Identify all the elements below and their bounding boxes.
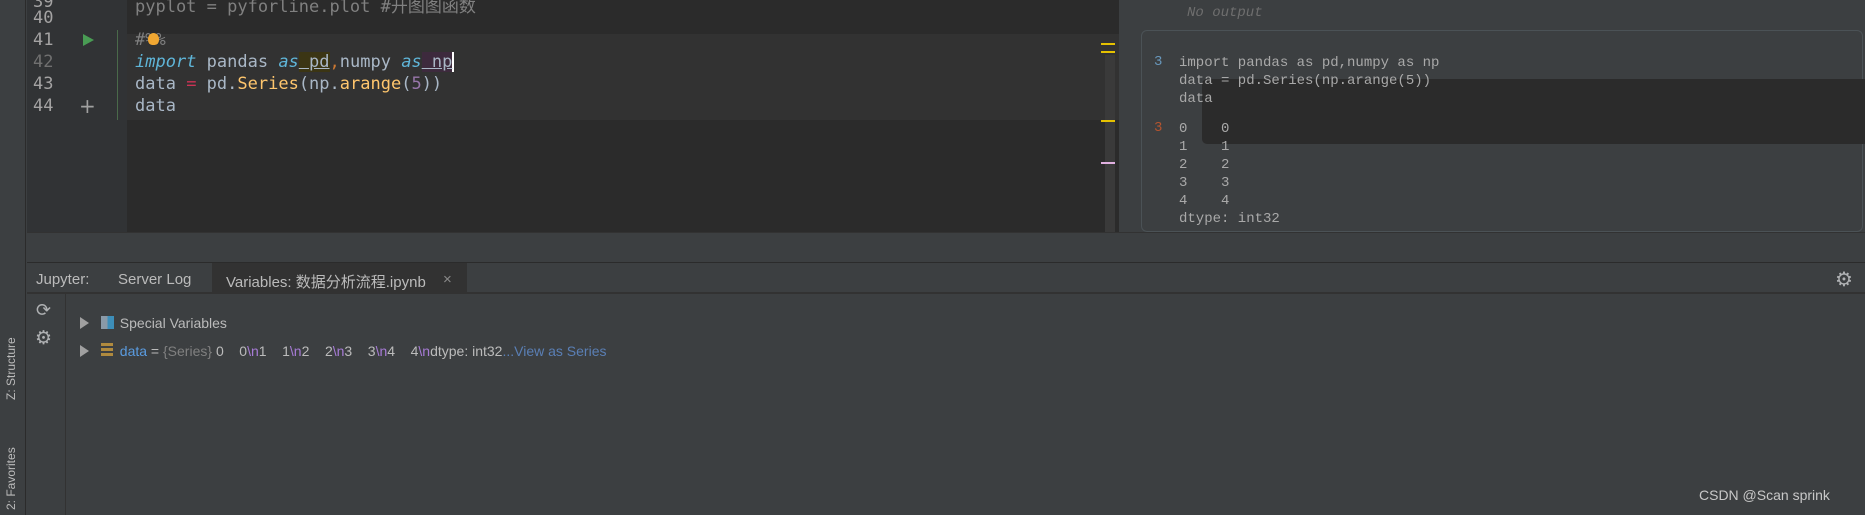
code-line-39: pyplot = pyforline.plot #开图图函数 bbox=[135, 0, 476, 17]
add-cell-icon[interactable]: + bbox=[79, 96, 96, 116]
lightbulb-icon[interactable] bbox=[148, 33, 159, 45]
line-number: 44 bbox=[33, 96, 54, 116]
output-count: 3 bbox=[1154, 120, 1163, 136]
refresh-icon[interactable]: ⟳ bbox=[36, 300, 51, 321]
output-cell: 3 import pandas as pd,numpy as np data =… bbox=[1141, 30, 1865, 232]
code-line-43: data = pd.Series(np.arange(5)) bbox=[135, 74, 443, 94]
split-bar[interactable] bbox=[27, 232, 1865, 262]
variables-toolbar: ⟳ ⚙ bbox=[27, 294, 66, 515]
line-number: 43 bbox=[33, 74, 54, 94]
execution-count: 3 bbox=[1154, 54, 1163, 70]
no-output-text: No output bbox=[1187, 5, 1263, 21]
line-number: 42 bbox=[33, 52, 54, 72]
tab-variables-label[interactable]: Variables: 数据分析流程.ipynb bbox=[226, 271, 426, 292]
code-editor[interactable]: 39 40 41 42 43 44 + pyplot = pyforline.p… bbox=[27, 0, 1119, 232]
run-cell-icon[interactable] bbox=[83, 34, 94, 46]
notebook-preview: No output 3 import pandas as pd,numpy as… bbox=[1119, 0, 1865, 232]
cell-bracket bbox=[117, 30, 118, 120]
code-line-44: data bbox=[135, 96, 176, 116]
line-number: 40 bbox=[33, 8, 54, 28]
editor-scrollbar[interactable] bbox=[1105, 55, 1115, 232]
tool-window-header: Jupyter: Server Log Variables: 数据分析流程.ip… bbox=[27, 262, 1865, 294]
tab-server-log[interactable]: Server Log bbox=[118, 271, 191, 288]
settings-icon[interactable]: ⚙ bbox=[35, 327, 52, 349]
line-number: 41 bbox=[33, 30, 54, 50]
view-as-series-link[interactable]: ...View as Series bbox=[502, 343, 606, 359]
jupyter-label: Jupyter: bbox=[36, 271, 90, 288]
watermark: CSDN @Scan sprink bbox=[1699, 487, 1830, 503]
favorites-tab[interactable]: 2: Favorites bbox=[4, 447, 18, 510]
cell-output: 0 0 1 1 2 2 3 3 4 4 dtype: int32 bbox=[1179, 121, 1280, 227]
gear-icon[interactable]: ⚙ bbox=[1835, 267, 1853, 292]
series-icon bbox=[100, 343, 113, 357]
cell-code: import pandas as pd,numpy as np data = p… bbox=[1179, 55, 1440, 107]
warning-marker[interactable] bbox=[1101, 43, 1115, 45]
warning-marker[interactable] bbox=[1101, 120, 1115, 122]
expand-icon[interactable] bbox=[79, 345, 89, 357]
variable-row-data[interactable]: data = {Series} 0 0\n1 1\n2 2\n3 3\n4 4\… bbox=[72, 327, 606, 359]
code-line-42: import pandas as pd,numpy as np bbox=[135, 52, 455, 72]
info-marker[interactable] bbox=[1101, 162, 1115, 164]
left-tool-strip: Z: Structure 2: Favorites bbox=[0, 0, 26, 515]
structure-tab[interactable]: Z: Structure bbox=[4, 337, 18, 400]
warning-marker[interactable] bbox=[1101, 51, 1115, 53]
close-tab-icon[interactable]: × bbox=[443, 271, 452, 288]
